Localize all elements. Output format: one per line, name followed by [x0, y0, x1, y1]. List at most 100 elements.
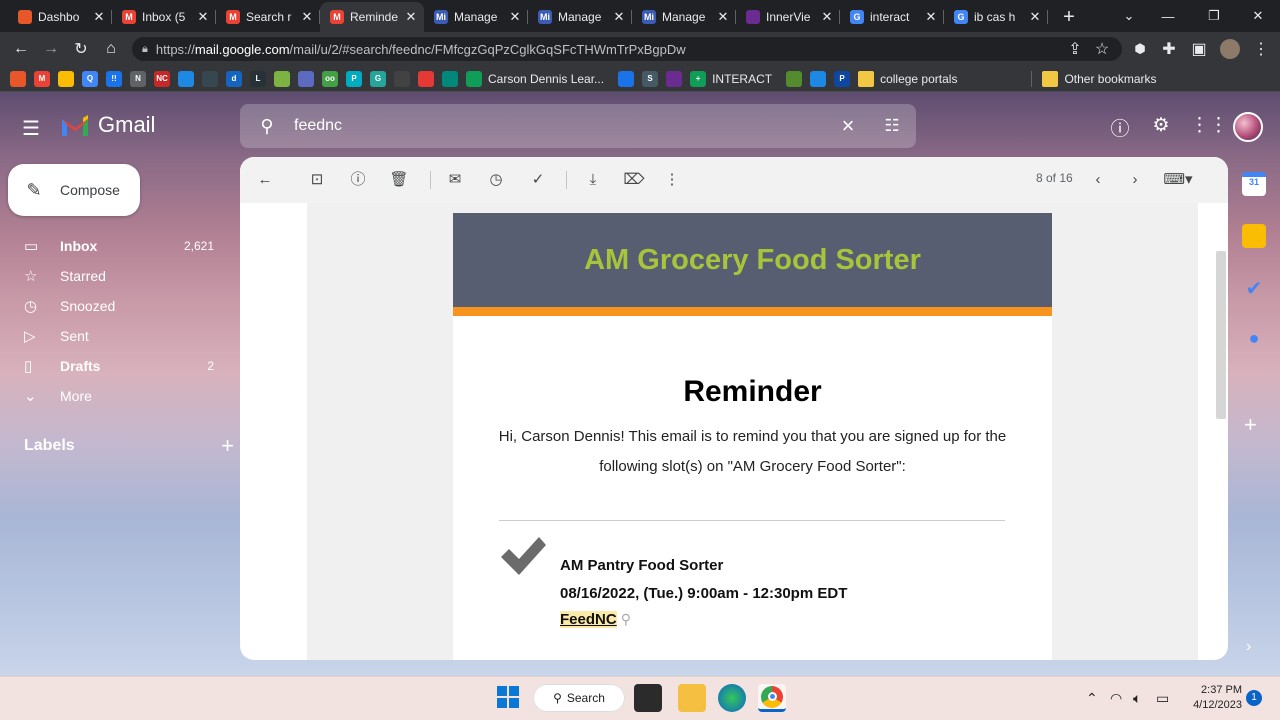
slot-location-link[interactable]: FeedNC — [560, 611, 617, 628]
close-tab-icon[interactable]: ✕ — [300, 9, 314, 25]
scrollbar[interactable] — [1216, 251, 1226, 419]
bookmark-icon[interactable] — [10, 70, 26, 87]
close-window-button[interactable]: ✕ — [1236, 0, 1280, 32]
bookmark-icon[interactable]: d — [226, 70, 242, 87]
sidebar-item-drafts[interactable]: ▯ Drafts 2 — [0, 351, 232, 381]
share-icon[interactable]: ⇪ — [1060, 34, 1090, 64]
bookmark-icon[interactable] — [442, 70, 458, 87]
search-input[interactable]: feednc — [294, 117, 828, 135]
back-to-list-icon[interactable]: ← — [254, 169, 276, 191]
bookmark-icon[interactable]: oo — [322, 70, 338, 87]
sidebar-item-snoozed[interactable]: ◷ Snoozed — [0, 291, 232, 321]
bookmark-interact[interactable]: + INTERACT — [690, 70, 772, 87]
browser-tab[interactable]: Ginteract ✕ — [840, 2, 944, 32]
task-view-icon[interactable] — [634, 684, 662, 712]
bookmark-icon[interactable] — [786, 70, 803, 87]
reload-button[interactable]: ↻ — [66, 34, 96, 64]
label-icon[interactable]: ⌦ — [623, 169, 645, 191]
close-tab-icon[interactable]: ✕ — [820, 9, 834, 25]
browser-tab[interactable]: Dashbo ✕ — [8, 2, 112, 32]
home-button[interactable]: ⌂ — [96, 34, 126, 64]
report-spam-icon[interactable]: ⓘ — [347, 169, 369, 191]
settings-gear-icon[interactable]: ⚙ — [1149, 114, 1173, 138]
profile-avatar[interactable] — [1220, 39, 1240, 59]
search-icon[interactable]: ⚲ — [240, 116, 294, 137]
restore-button[interactable]: ❐ — [1192, 0, 1236, 32]
apps-grid-icon[interactable]: ⋮⋮ — [1190, 114, 1228, 138]
older-message-icon[interactable]: › — [1124, 169, 1146, 191]
bookmark-icon[interactable]: Q — [82, 70, 98, 87]
bookmark-icon[interactable] — [298, 70, 314, 87]
forward-button[interactable]: → — [36, 34, 66, 64]
more-options-icon[interactable]: ⋮ — [661, 169, 683, 191]
compose-button[interactable]: ✎ Compose — [8, 164, 140, 216]
location-pin-icon[interactable]: ⚲ — [621, 611, 631, 628]
main-menu-icon[interactable]: ☰ — [22, 116, 46, 140]
bookmark-star-icon[interactable]: ☆ — [1087, 34, 1117, 64]
side-panel-icon[interactable]: ▣ — [1184, 34, 1214, 64]
windows-start-icon[interactable] — [497, 686, 519, 708]
bookmark-icon[interactable]: !! — [106, 70, 122, 87]
chrome-taskbar-icon[interactable] — [758, 684, 786, 712]
tasks-app-icon[interactable]: ✔ — [1242, 276, 1266, 300]
tab-search-icon[interactable]: ⌄ — [1107, 0, 1151, 32]
close-tab-icon[interactable]: ✕ — [716, 9, 730, 25]
wifi-icon[interactable]: ◠ — [1110, 690, 1122, 707]
move-to-icon[interactable]: ⤓ — [582, 169, 604, 191]
bookmark-icon[interactable]: P — [346, 70, 362, 87]
file-explorer-icon[interactable] — [678, 684, 706, 712]
bookmark-icon[interactable]: P — [834, 70, 851, 87]
bookmark-icon[interactable]: L — [250, 70, 266, 87]
bookmark-folder-other[interactable]: Other bookmarks — [1042, 70, 1157, 87]
sidebar-item-starred[interactable]: ☆ Starred — [0, 261, 232, 291]
bookmark-icon[interactable] — [810, 70, 827, 87]
keep-app-icon[interactable] — [1242, 224, 1266, 248]
help-icon[interactable]: ⓘ — [1108, 114, 1132, 140]
bookmark-icon[interactable] — [58, 70, 74, 87]
account-avatar[interactable] — [1233, 112, 1263, 142]
newer-message-icon[interactable]: ‹ — [1087, 169, 1109, 191]
new-tab-button[interactable]: + — [1054, 2, 1084, 32]
show-side-panel-icon[interactable]: › — [1246, 638, 1251, 656]
bookmark-icon[interactable] — [394, 70, 410, 87]
browser-tab[interactable]: Mi Manage ✕ — [528, 2, 632, 32]
bookmark-icon[interactable] — [178, 70, 194, 87]
close-tab-icon[interactable]: ✕ — [924, 9, 938, 25]
browser-tab[interactable]: M Inbox (5 ✕ — [112, 2, 216, 32]
bookmark-icon[interactable] — [202, 70, 218, 87]
sidebar-item-more[interactable]: ⌄ More — [0, 381, 232, 411]
taskbar-clock[interactable]: 2:37 PM 4/12/2023 — [1180, 683, 1242, 713]
mark-unread-icon[interactable]: ✉ — [444, 169, 466, 191]
close-tab-icon[interactable]: ✕ — [508, 9, 522, 25]
close-tab-icon[interactable]: ✕ — [92, 9, 106, 25]
browser-tab[interactable]: InnerVie ✕ — [736, 2, 840, 32]
bookmark-icon[interactable]: S — [642, 70, 659, 87]
browser-tab[interactable]: M Search r ✕ — [216, 2, 320, 32]
search-options-icon[interactable]: ☷ — [868, 116, 916, 136]
calendar-app-icon[interactable]: 31 — [1242, 172, 1266, 196]
delete-icon[interactable]: 🗑︎ — [388, 169, 410, 191]
taskbar-search[interactable]: ⚲ Search — [533, 684, 625, 712]
bookmark-icon[interactable]: NC — [154, 70, 170, 87]
browser-tab[interactable]: Mi Manage ✕ — [424, 2, 528, 32]
add-label-button[interactable]: + — [221, 433, 234, 459]
tray-overflow-icon[interactable]: ⌃ — [1086, 690, 1098, 707]
bookmark-folder-college-portals[interactable]: college portals — [858, 70, 957, 87]
close-tab-icon[interactable]: ✕ — [404, 9, 418, 25]
bookmark-icon[interactable]: M — [34, 70, 50, 87]
close-tab-icon[interactable]: ✕ — [1028, 9, 1042, 25]
edge-browser-icon[interactable] — [718, 684, 746, 712]
browser-tab[interactable]: Mi Manage ✕ — [632, 2, 736, 32]
bookmark-icon[interactable] — [418, 70, 434, 87]
bookmark-named[interactable]: Carson Dennis Lear... — [466, 70, 604, 87]
bookmark-icon[interactable] — [618, 70, 635, 87]
close-tab-icon[interactable]: ✕ — [612, 9, 626, 25]
back-button[interactable]: ← — [6, 34, 36, 64]
bookmark-icon[interactable]: N — [130, 70, 146, 87]
close-tab-icon[interactable]: ✕ — [196, 9, 210, 25]
input-tools-icon[interactable]: ⌨▾ — [1160, 169, 1196, 191]
sidebar-item-sent[interactable]: ▷ Sent — [0, 321, 232, 351]
bookmark-icon[interactable]: G — [370, 70, 386, 87]
contacts-app-icon[interactable]: ● — [1242, 328, 1266, 352]
browser-menu-icon[interactable]: ⋮ — [1246, 34, 1276, 64]
